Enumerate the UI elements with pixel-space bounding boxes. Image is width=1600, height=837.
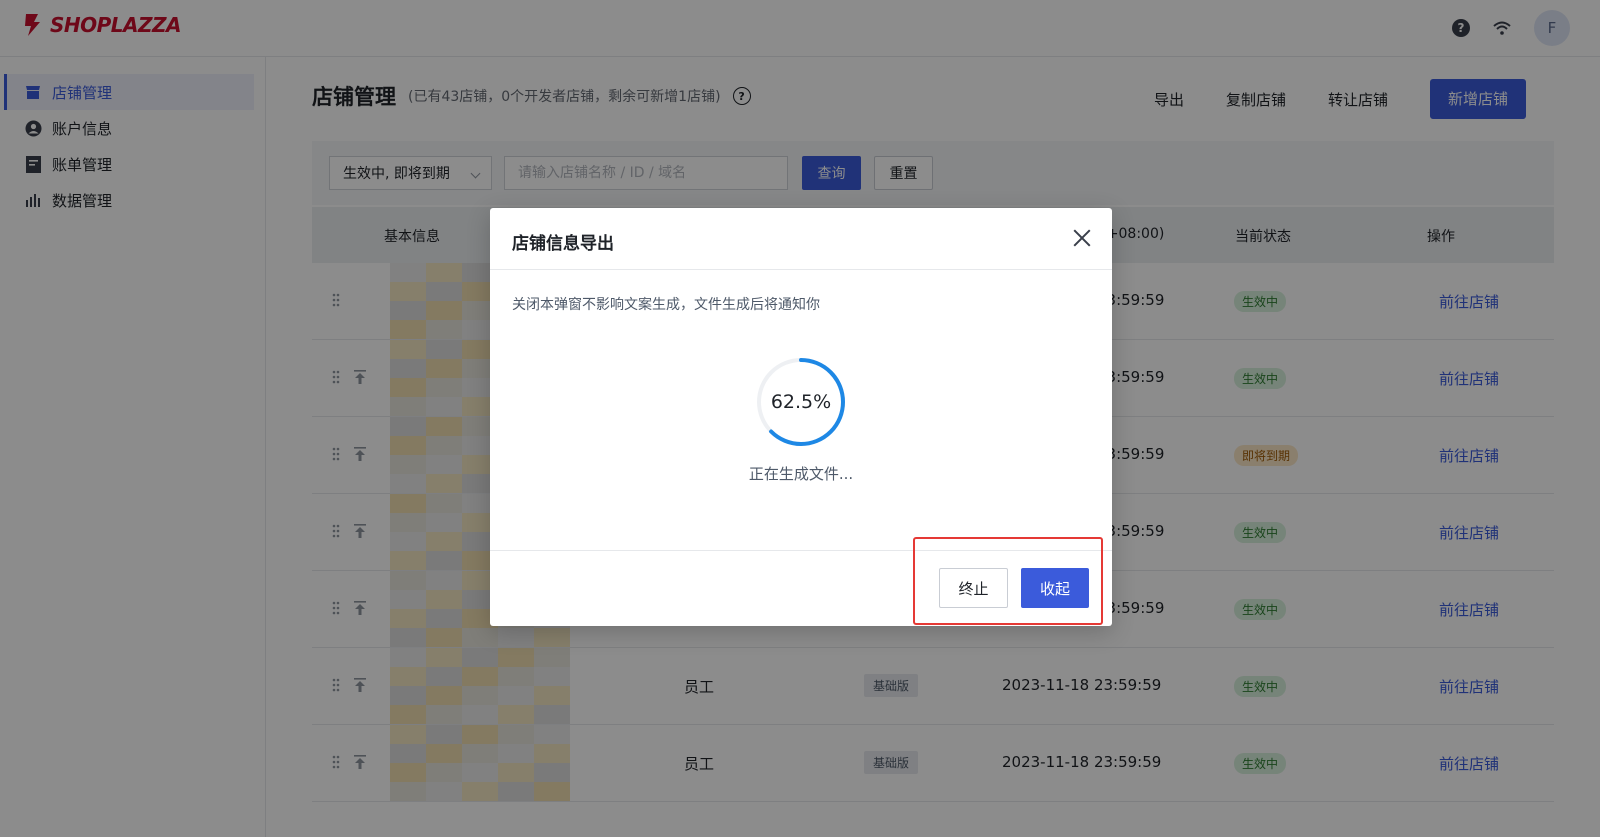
progress-status: 正在生成文件...: [748, 465, 854, 483]
progress-ring: 62.5%: [755, 356, 847, 448]
progress-percent: 62.5%: [770, 391, 832, 413]
close-icon[interactable]: [1072, 228, 1092, 248]
stop-button[interactable]: 终止: [939, 568, 1008, 608]
collapse-button[interactable]: 收起: [1021, 568, 1089, 608]
modal-title: 店铺信息导出: [512, 234, 614, 254]
modal-notice: 关闭本弹窗不影响文案生成，文件生成后将通知你: [512, 297, 820, 313]
modal-header: 店铺信息导出: [490, 208, 1112, 270]
